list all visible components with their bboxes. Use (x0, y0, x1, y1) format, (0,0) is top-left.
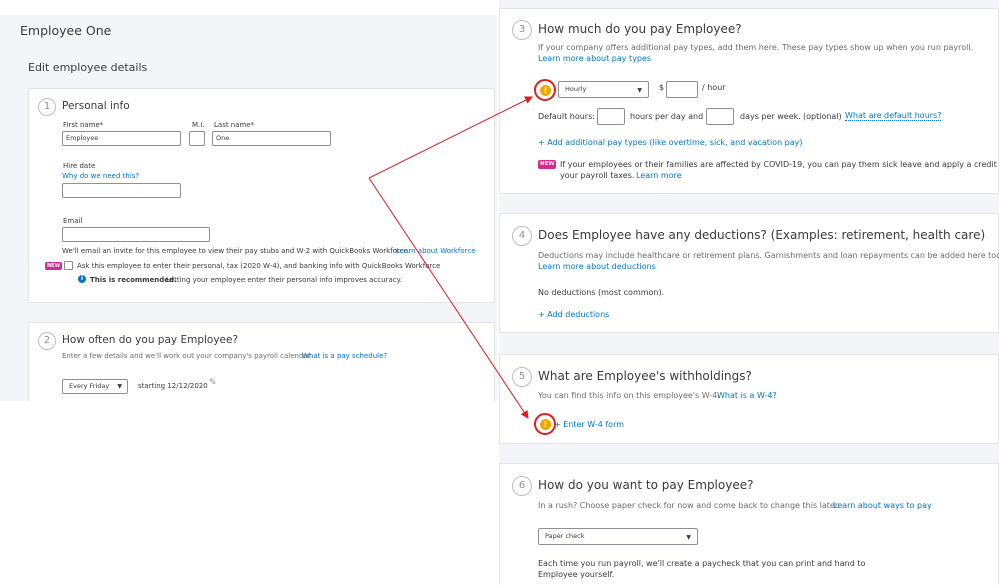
learn-deductions-link[interactable]: Learn more about deductions (538, 262, 656, 271)
hours-per-day-input[interactable] (597, 108, 625, 125)
days-per-week-input[interactable] (706, 108, 734, 125)
email-invite-note: We'll email an invite for this employee … (62, 247, 411, 255)
covid-text-line2: your payroll taxes. (560, 171, 635, 180)
new-badge: NEW (45, 262, 63, 270)
first-name-input[interactable]: Employee (62, 131, 181, 146)
personal-info-card: 1 Personal info First name* Employee M.I… (28, 88, 495, 303)
pay-types-card: 3 How much do you pay Employee? If your … (499, 8, 999, 194)
step-number-5: 5 (512, 367, 532, 387)
chevron-down-icon: ▼ (637, 87, 642, 94)
personal-info-title: Personal info (62, 100, 130, 112)
email-input[interactable] (62, 227, 210, 242)
employee-details-panel: Employee One Edit employee details 1 Per… (0, 15, 497, 401)
recommend-text: Letting your employee enter their person… (166, 276, 402, 284)
hourly-rate-input[interactable] (666, 81, 698, 98)
add-deductions-link[interactable]: + Add deductions (538, 310, 609, 319)
pay-schedule-select[interactable]: Every Friday ▼ (62, 379, 128, 394)
info-icon: i (78, 275, 86, 283)
covid-learn-more-link[interactable]: Learn more (636, 171, 682, 180)
withholdings-description: You can find this info on this employee'… (538, 391, 720, 400)
employee-name-title: Employee One (20, 23, 112, 38)
chevron-down-icon: ▼ (686, 534, 691, 541)
recommend-bold-text: This is recommended. (90, 276, 177, 284)
pay-types-description: If your company offers additional pay ty… (538, 43, 974, 52)
edit-details-heading: Edit employee details (28, 61, 148, 74)
step-number-6: 6 (512, 476, 532, 496)
pay-schedule-value: Every Friday (69, 382, 110, 390)
warning-icon: ! (540, 85, 551, 96)
middle-initial-input[interactable] (189, 131, 205, 146)
middle-initial-label: M.I. (192, 121, 205, 129)
enter-w4-form-link[interactable]: + Enter W-4 form (554, 420, 624, 429)
ask-employee-label: Ask this employee to enter their persona… (77, 262, 441, 270)
optional-label: (optional) (803, 112, 842, 121)
payment-method-card: 6 How do you want to pay Employee? In a … (499, 463, 999, 585)
pay-type-select[interactable]: Hourly ▼ (558, 81, 649, 98)
deductions-description: Deductions may include healthcare or ret… (538, 251, 999, 260)
last-name-label: Last name* (214, 121, 255, 129)
what-is-pay-schedule-link[interactable]: What is a pay schedule? (302, 352, 387, 360)
pay-schedule-description: Enter a few details and we'll work out y… (62, 352, 313, 360)
warning-icon: ! (540, 419, 551, 430)
no-deductions-text: No deductions (most common). (538, 288, 665, 297)
hire-date-label: Hire date (63, 162, 96, 170)
last-name-input[interactable]: One (212, 131, 331, 146)
covid-text-line1: If your employees or their families are … (560, 160, 999, 169)
pay-type-value: Hourly (565, 85, 587, 93)
learn-pay-types-link[interactable]: Learn more about pay types (538, 54, 651, 63)
learn-about-workforce-link[interactable]: Learn about Workforce (396, 247, 476, 255)
why-hire-date-link[interactable]: Why do we need this? (62, 172, 139, 180)
currency-symbol: $ (659, 83, 665, 92)
chevron-down-icon: ▼ (117, 383, 122, 390)
deductions-card: 4 Does Employee have any deductions? (Ex… (499, 213, 999, 333)
per-hour-label: / hour (702, 83, 726, 92)
payment-note-line2: Employee yourself. (538, 570, 615, 579)
what-is-w4-link[interactable]: What is a W-4? (717, 391, 777, 400)
default-hours-link[interactable]: What are default hours? (845, 111, 942, 121)
default-hours-label: Default hours: (538, 112, 595, 121)
withholdings-title: What are Employee's withholdings? (538, 369, 752, 383)
days-per-week-label: days per week. (740, 112, 801, 121)
payment-method-value: Paper check (545, 532, 585, 540)
deductions-title: Does Employee have any deductions? (Exam… (538, 228, 986, 242)
payment-description: In a rush? Choose paper check for now an… (538, 501, 840, 510)
step-number-1: 1 (38, 98, 56, 116)
payment-title: How do you want to pay Employee? (538, 478, 754, 492)
step-number-4: 4 (512, 226, 532, 246)
first-name-label: First name* (63, 121, 104, 129)
email-label: Email (63, 217, 83, 225)
pay-schedule-title: How often do you pay Employee? (62, 334, 239, 346)
hire-date-input[interactable] (62, 183, 181, 198)
learn-ways-to-pay-link[interactable]: Learn about ways to pay (833, 501, 932, 510)
step-number-3: 3 (512, 20, 532, 40)
pencil-icon[interactable]: ✎ (209, 378, 217, 388)
step-number-2: 2 (38, 332, 56, 350)
pay-types-title: How much do you pay Employee? (538, 22, 742, 36)
new-badge: NEW (538, 160, 557, 169)
pay-setup-panel: 3 How much do you pay Employee? If your … (499, 0, 999, 585)
hours-per-day-label: hours per day and (630, 112, 704, 121)
pay-schedule-card: 2 How often do you pay Employee? Enter a… (28, 322, 495, 401)
starting-date-text: starting 12/12/2020 (138, 382, 208, 390)
ask-employee-checkbox[interactable] (64, 261, 73, 270)
add-pay-types-link[interactable]: + Add additional pay types (like overtim… (538, 138, 803, 147)
payment-note-line1: Each time you run payroll, we'll create … (538, 559, 866, 568)
withholdings-card: 5 What are Employee's withholdings? You … (499, 354, 999, 444)
payment-method-select[interactable]: Paper check ▼ (538, 528, 698, 545)
